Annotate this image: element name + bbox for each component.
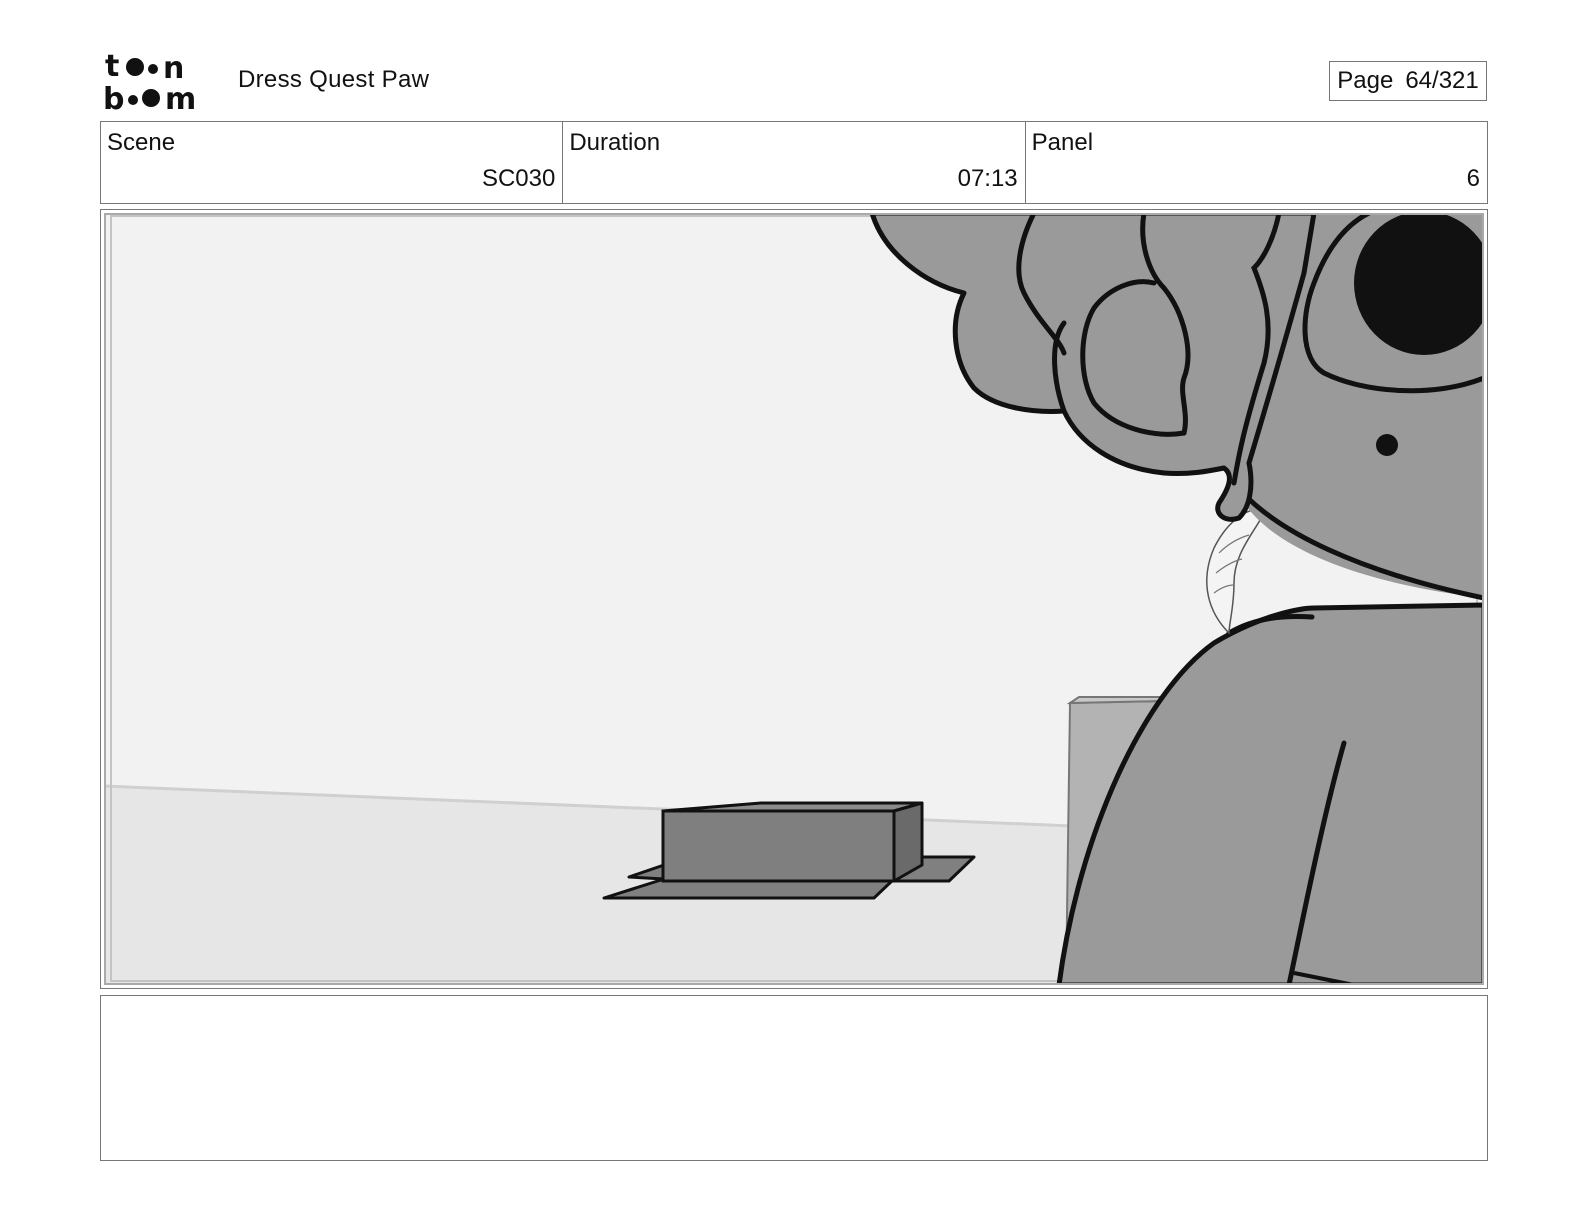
panel-info-row: Scene SC030 Duration 07:13 Panel 6 (100, 121, 1488, 204)
scene-value: SC030 (481, 165, 556, 192)
panel-cell: Panel 6 (1026, 122, 1487, 203)
svg-text:m: m (165, 82, 196, 112)
duration-label: Duration (569, 129, 661, 156)
scene-cell: Scene SC030 (101, 122, 564, 203)
svg-text:t: t (105, 52, 119, 84)
toon-boom-logo: t n b m (103, 52, 196, 112)
page-label: Page (1337, 67, 1394, 94)
duration-value: 07:13 (957, 165, 1018, 192)
storyboard-panel (100, 209, 1488, 989)
scene-label: Scene (107, 129, 176, 156)
svg-text:b: b (103, 82, 124, 112)
panel-label: Panel (1031, 129, 1094, 156)
page-number: 64/321 (1405, 67, 1479, 94)
storyboard-drawing (104, 213, 1484, 985)
svg-text:n: n (163, 52, 184, 86)
panel-notes (100, 995, 1488, 1161)
panel-value: 6 (1466, 165, 1480, 192)
duration-cell: Duration 07:13 (563, 122, 1026, 203)
project-title: Dress Quest Paw (238, 66, 430, 93)
page-indicator: Page 64/321 (1329, 61, 1487, 101)
